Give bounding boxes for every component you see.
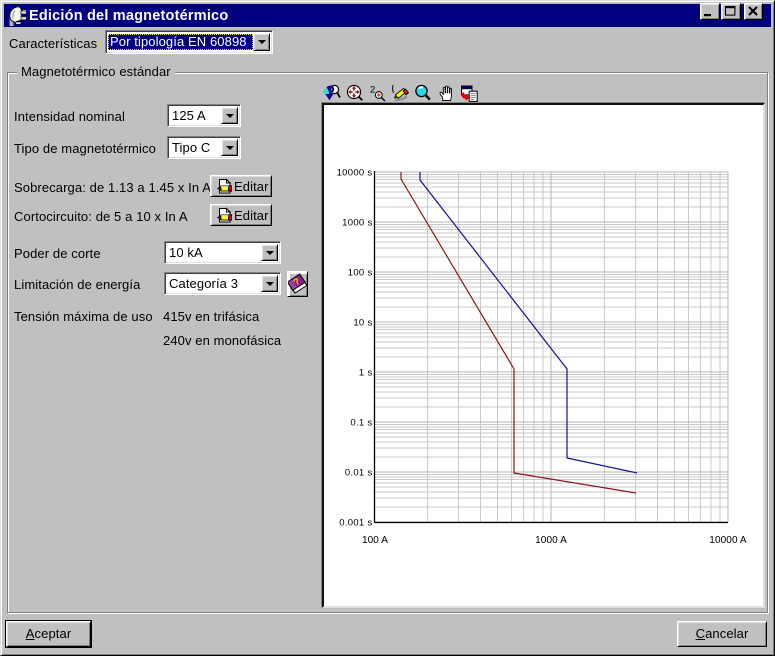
svg-text:100 A: 100 A <box>362 535 388 546</box>
svg-text:0.1 s: 0.1 s <box>350 418 372 429</box>
svg-text:10000 A: 10000 A <box>709 535 747 546</box>
svg-text:1000 s: 1000 s <box>342 218 372 229</box>
svg-text:2: 2 <box>370 85 375 96</box>
svg-text:10 s: 10 s <box>353 318 372 329</box>
svg-text:0.001 s: 0.001 s <box>339 518 372 529</box>
svg-text:0.01 s: 0.01 s <box>345 468 373 479</box>
svg-text:1000 A: 1000 A <box>535 535 567 546</box>
svg-text:10000 s: 10000 s <box>337 168 373 179</box>
svg-text:1 s: 1 s <box>359 368 373 379</box>
svg-text:100 s: 100 s <box>348 268 373 279</box>
